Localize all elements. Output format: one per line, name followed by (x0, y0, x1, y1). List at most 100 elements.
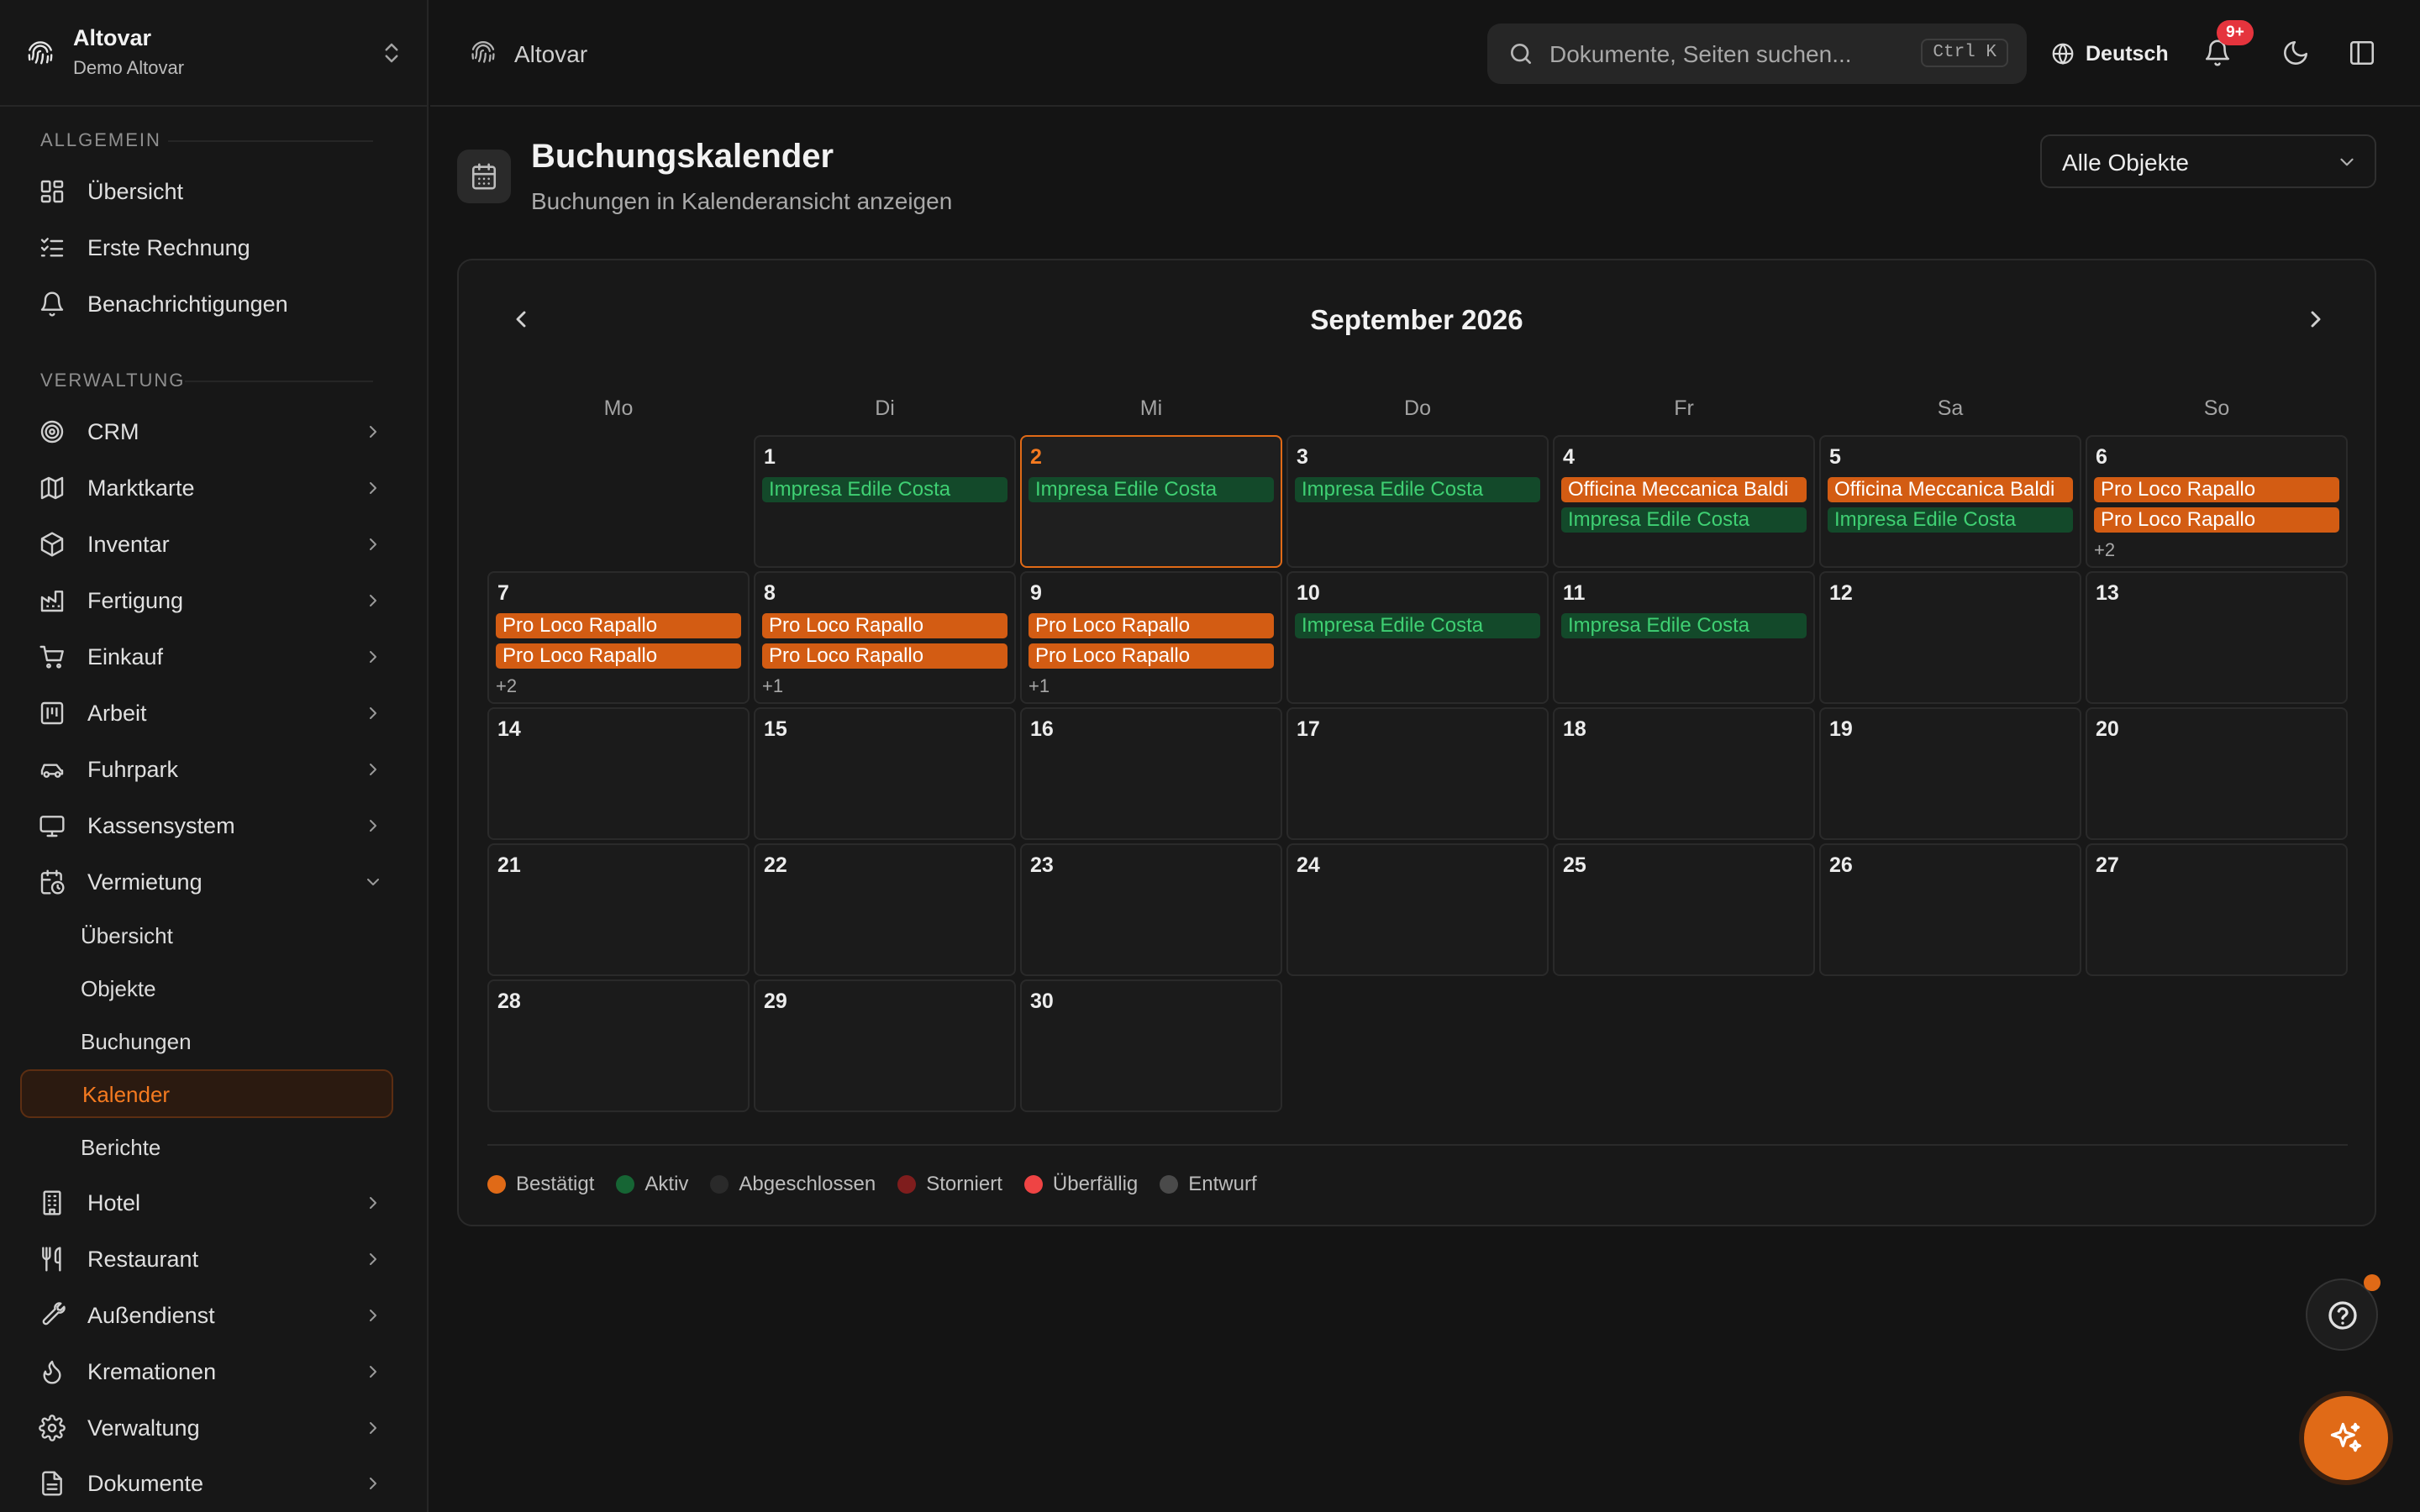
calendar-day-cell[interactable]: 28 (487, 979, 750, 1112)
calendar-day-cell[interactable]: 22 (754, 843, 1016, 976)
calendar-day-cell[interactable]: 30 (1020, 979, 1282, 1112)
calendar-day-cell[interactable]: 21 (487, 843, 750, 976)
calendar-day-cell[interactable]: 5 Officina Meccanica Baldi Impresa Edile C… (1819, 435, 2081, 568)
sidebar-subitem-calendar[interactable]: Kalender (20, 1069, 393, 1118)
sidebar-item-administration[interactable]: Verwaltung (20, 1404, 393, 1452)
sparkles-icon (2330, 1422, 2362, 1452)
calendar-day-cell[interactable]: 10 Impresa Edile Costa (1286, 571, 1549, 704)
sidebar-item-cremations[interactable]: Kremationen (20, 1347, 393, 1396)
search-input[interactable]: Dokumente, Seiten suchen... Ctrl K (1487, 24, 2027, 84)
booking-event[interactable]: Impresa Edile Costa (1561, 507, 1807, 533)
more-events-link[interactable]: +2 (2094, 539, 2115, 561)
moon-icon[interactable] (2281, 39, 2310, 67)
sidebar-item-crm[interactable]: CRM (20, 407, 393, 456)
factory-icon (40, 591, 64, 612)
object-filter-select[interactable]: Alle Objekte (2040, 134, 2376, 188)
calendar-day-cell[interactable]: 15 (754, 707, 1016, 840)
sidebar-item-label: Dokumente (87, 1471, 204, 1496)
sidebar-subitem-rental-overview[interactable]: Übersicht (20, 911, 393, 959)
more-events-link[interactable]: +1 (1028, 675, 1050, 697)
more-events-link[interactable]: +1 (762, 675, 783, 697)
booking-event[interactable]: Pro Loco Rapallo (1028, 643, 1274, 669)
booking-event[interactable]: Pro Loco Rapallo (2094, 477, 2339, 502)
next-month-button[interactable] (2302, 306, 2329, 333)
booking-event[interactable]: Pro Loco Rapallo (496, 613, 741, 638)
section-divider (185, 381, 373, 382)
sidebar-item-production[interactable]: Fertigung (20, 576, 393, 625)
booking-event[interactable]: Impresa Edile Costa (1561, 613, 1807, 638)
calendar-day-cell[interactable]: 25 (1553, 843, 1815, 976)
car-icon (40, 764, 64, 778)
booking-event[interactable]: Impresa Edile Costa (1295, 477, 1540, 502)
sidebar-item-overview[interactable]: Übersicht (20, 167, 393, 216)
calendar-day-cell[interactable]: 8 Pro Loco Rapallo Pro Loco Rapallo +1 (754, 571, 1016, 704)
ai-assistant-button[interactable] (2304, 1396, 2388, 1480)
calendar-day-cell[interactable]: 7 Pro Loco Rapallo Pro Loco Rapallo +2 (487, 571, 750, 704)
org-switcher[interactable]: Altovar Demo Altovar (0, 0, 427, 107)
booking-event[interactable]: Pro Loco Rapallo (762, 643, 1007, 669)
sidebar-item-notifications[interactable]: Benachrichtigungen (20, 280, 393, 328)
sidebar-item-first-invoice[interactable]: Erste Rechnung (20, 223, 393, 272)
sidebar-subitem-bookings[interactable]: Buchungen (20, 1016, 393, 1065)
booking-event[interactable]: Impresa Edile Costa (1295, 613, 1540, 638)
box-icon (40, 532, 64, 557)
calendar-day-cell[interactable]: 16 (1020, 707, 1282, 840)
day-number: 23 (1030, 853, 1054, 877)
booking-event[interactable]: Pro Loco Rapallo (762, 613, 1007, 638)
calendar-day-cell[interactable]: 3 Impresa Edile Costa (1286, 435, 1549, 568)
work-icon (40, 701, 64, 725)
calendar-day-cell[interactable]: 14 (487, 707, 750, 840)
more-events-link[interactable]: +2 (496, 675, 517, 697)
sidebar-item-work[interactable]: Arbeit (20, 689, 393, 738)
cart-icon (39, 645, 64, 669)
booking-event[interactable]: Officina Meccanica Baldi (1828, 477, 2073, 502)
calendar-day-cell[interactable]: 12 (1819, 571, 2081, 704)
booking-event[interactable]: Pro Loco Rapallo (1028, 613, 1274, 638)
booking-event[interactable]: Officina Meccanica Baldi (1561, 477, 1807, 502)
calendar-day-cell[interactable]: 4 Officina Meccanica Baldi Impresa Edile C… (1553, 435, 1815, 568)
chevron-right-icon (370, 595, 376, 606)
calendar-day-cell[interactable]: 2 Impresa Edile Costa (1020, 435, 1282, 568)
sidebar-item-market-map[interactable]: Marktkarte (20, 464, 393, 512)
booking-event[interactable]: Pro Loco Rapallo (2094, 507, 2339, 533)
calendar-day-cell[interactable]: 9 Pro Loco Rapallo Pro Loco Rapallo +1 (1020, 571, 1282, 704)
sidebar-item-fleet[interactable]: Fuhrpark (20, 745, 393, 794)
sidebar-item-purchasing[interactable]: Einkauf (20, 633, 393, 681)
sidebar-toggle-icon[interactable] (2348, 39, 2376, 67)
breadcrumb[interactable]: Altovar (514, 41, 587, 68)
calendar-day-cell[interactable]: 26 (1819, 843, 2081, 976)
day-number: 12 (1829, 581, 1853, 605)
sidebar-item-hotel[interactable]: Hotel (20, 1179, 393, 1227)
calendar-day-cell[interactable]: 1 Impresa Edile Costa (754, 435, 1016, 568)
calendar-day-cell[interactable]: 29 (754, 979, 1016, 1112)
booking-event[interactable]: Impresa Edile Costa (1828, 507, 2073, 533)
booking-event[interactable]: Impresa Edile Costa (1028, 477, 1274, 502)
day-number: 27 (2096, 853, 2119, 877)
sidebar-subitem-objects[interactable]: Objekte (20, 963, 393, 1012)
sidebar-item-inventory[interactable]: Inventar (20, 520, 393, 569)
booking-event[interactable]: Pro Loco Rapallo (496, 643, 741, 669)
calendar-day-cell[interactable]: 20 (2086, 707, 2348, 840)
sidebar-item-rental[interactable]: Vermietung (20, 858, 393, 906)
calendar-day-cell[interactable]: 11 Impresa Edile Costa (1553, 571, 1815, 704)
calendar-day-cell[interactable]: 13 (2086, 571, 2348, 704)
calendar-day-cell[interactable]: 6 Pro Loco Rapallo Pro Loco Rapallo +2 (2086, 435, 2348, 568)
calendar-day-cell[interactable]: 19 (1819, 707, 2081, 840)
sidebar-item-documents[interactable]: Dokumente (20, 1459, 393, 1508)
day-number: 29 (764, 990, 787, 1013)
calendar-day-cell[interactable]: 27 (2086, 843, 2348, 976)
sidebar-subitem-reports[interactable]: Berichte (20, 1122, 393, 1171)
calendar-day-cell[interactable]: 18 (1553, 707, 1815, 840)
legend-dot (616, 1175, 635, 1194)
language-selector[interactable]: Deutsch (2050, 37, 2169, 71)
sidebar-item-field-service[interactable]: Außendienst (20, 1291, 393, 1340)
sidebar-item-label: Erste Rechnung (87, 235, 250, 260)
sidebar-item-restaurant[interactable]: Restaurant (20, 1235, 393, 1284)
sidebar-item-pos[interactable]: Kassensystem (20, 801, 393, 850)
calendar-day-cell[interactable]: 23 (1020, 843, 1282, 976)
calendar-day-cell[interactable]: 17 (1286, 707, 1549, 840)
booking-event[interactable]: Impresa Edile Costa (762, 477, 1007, 502)
sidebar-item-label: Fuhrpark (87, 757, 179, 782)
day-number: 24 (1297, 853, 1320, 877)
calendar-day-cell[interactable]: 24 (1286, 843, 1549, 976)
